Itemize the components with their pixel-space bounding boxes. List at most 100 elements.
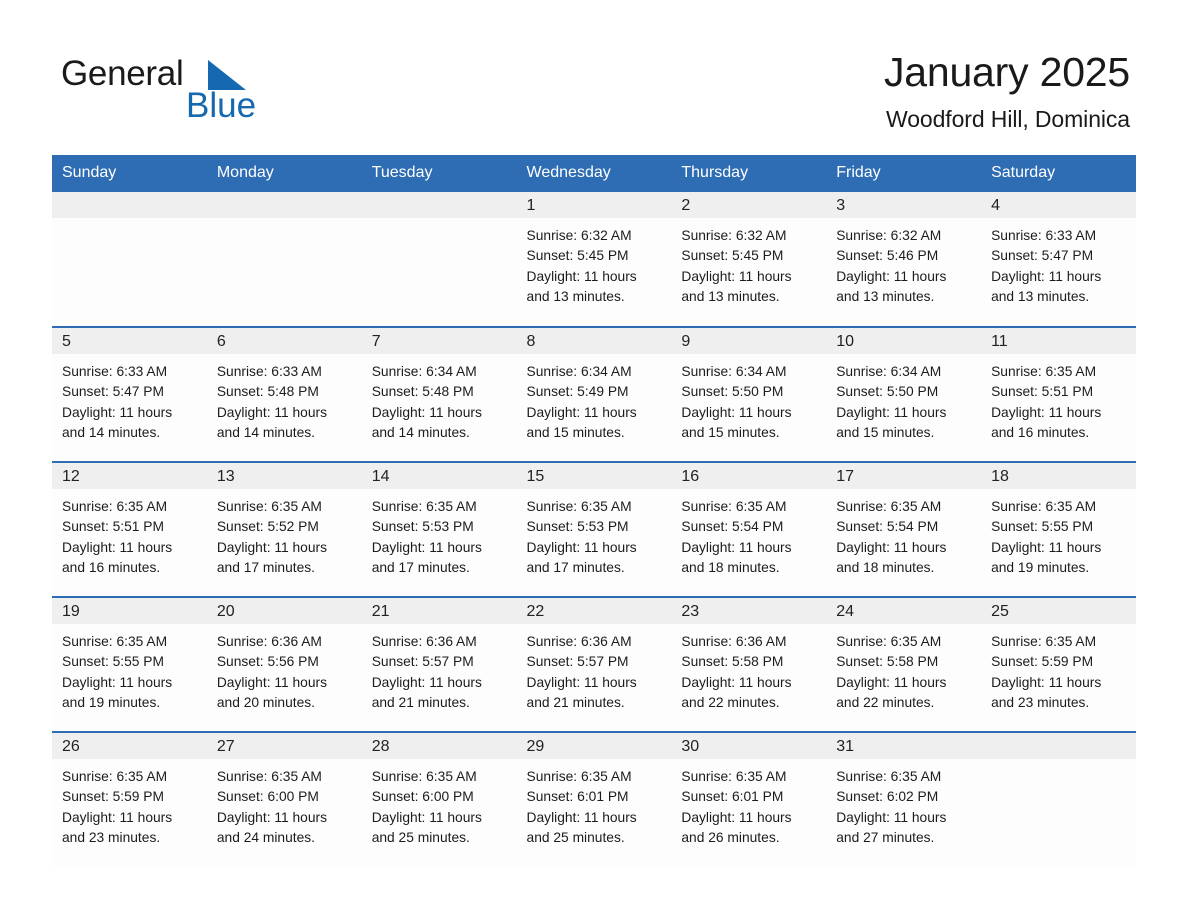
daylight-line2-text: and 23 minutes. (62, 830, 161, 846)
calendar-header-row: Sunday Monday Tuesday Wednesday Thursday… (52, 155, 1136, 192)
calendar-day-cell[interactable]: 13 Sunrise: 6:35 AM Sunset: 5:52 PM Dayligh… (206, 461, 362, 597)
daylight-line2-text: and 23 minutes. (991, 695, 1090, 711)
general-blue-logo[interactable]: General Blue (58, 46, 318, 126)
calendar-day-cell[interactable]: 3 Sunrise: 6:32 AM Sunset: 5:46 PM Daylight… (826, 192, 982, 327)
sunset-text: Sunset: 5:55 PM (991, 519, 1094, 535)
daylight-line1-text: Daylight: 11 hours (371, 809, 482, 825)
daylight-line1-text: Daylight: 11 hours (526, 809, 637, 825)
column-header-tuesday: Tuesday (361, 155, 517, 192)
calendar-day-cell[interactable]: 23 Sunrise: 6:36 AM Sunset: 5:58 PM Dayligh… (671, 596, 827, 732)
calendar-day-cell[interactable]: 8 Sunrise: 6:34 AM Sunset: 5:49 PM Daylight… (516, 326, 672, 462)
calendar-day-cell[interactable]: 24 Sunrise: 6:35 AM Sunset: 5:58 PM Dayligh… (826, 596, 982, 732)
day-details: Sunrise: 6:35 AM Sunset: 5:58 PM Daylight:… (826, 624, 981, 714)
day-details: Sunrise: 6:36 AM Sunset: 5:57 PM Daylight:… (362, 624, 517, 714)
sunrise-text: Sunrise: 6:36 AM (216, 634, 322, 649)
sunset-text: Sunset: 6:00 PM (371, 789, 474, 805)
daylight-line2-text: and 15 minutes. (836, 425, 935, 441)
calendar-day-cell[interactable]: 25 Sunrise: 6:35 AM Sunset: 5:59 PM Dayligh… (981, 596, 1136, 732)
sunset-text: Sunset: 6:01 PM (526, 789, 629, 805)
day-details: Sunrise: 6:35 AM Sunset: 6:02 PM Daylight:… (826, 759, 981, 849)
daylight-line2-text: and 18 minutes. (681, 560, 780, 576)
sunrise-text: Sunrise: 6:36 AM (371, 634, 477, 649)
sunset-text: Sunset: 5:50 PM (681, 384, 784, 400)
calendar-day-cell[interactable]: 22 Sunrise: 6:36 AM Sunset: 5:57 PM Dayligh… (516, 596, 672, 732)
calendar-day-cell[interactable]: 16 Sunrise: 6:35 AM Sunset: 5:54 PM Dayligh… (671, 461, 827, 597)
daylight-line2-text: and 19 minutes. (991, 560, 1090, 576)
day-number: 13 (206, 463, 362, 489)
day-number: 25 (981, 598, 1136, 624)
daylight-line1-text: Daylight: 11 hours (216, 809, 328, 825)
sunrise-text: Sunrise: 6:35 AM (991, 364, 1097, 379)
calendar-day-cell[interactable]: 9 Sunrise: 6:34 AM Sunset: 5:50 PM Daylight… (671, 326, 827, 462)
calendar-day-cell[interactable]: 7 Sunrise: 6:34 AM Sunset: 5:48 PM Daylight… (361, 326, 517, 462)
sunset-text: Sunset: 5:55 PM (62, 654, 165, 670)
day-details: Sunrise: 6:36 AM Sunset: 5:57 PM Daylight:… (517, 624, 672, 714)
sunset-text: Sunset: 5:56 PM (216, 654, 319, 670)
day-details: Sunrise: 6:35 AM Sunset: 5:54 PM Daylight:… (671, 489, 826, 579)
day-number: 27 (206, 733, 362, 759)
calendar-day-cell[interactable]: 27 Sunrise: 6:35 AM Sunset: 6:00 PM Dayligh… (206, 731, 362, 867)
sunrise-text: Sunrise: 6:35 AM (216, 499, 322, 514)
calendar-day-cell[interactable]: 30 Sunrise: 6:35 AM Sunset: 6:01 PM Dayligh… (671, 731, 827, 867)
sunset-text: Sunset: 5:58 PM (681, 654, 784, 670)
daylight-line1-text: Daylight: 11 hours (991, 539, 1102, 555)
day-number: 5 (52, 328, 207, 354)
day-number: 11 (981, 328, 1136, 354)
calendar-day-cell[interactable]: 26 Sunrise: 6:35 AM Sunset: 5:59 PM Dayligh… (52, 731, 207, 867)
daylight-line1-text: Daylight: 11 hours (836, 404, 947, 420)
sunrise-text: Sunrise: 6:35 AM (991, 499, 1097, 514)
calendar-day-cell[interactable]: 10 Sunrise: 6:34 AM Sunset: 5:50 PM Dayligh… (826, 326, 982, 462)
calendar-day-cell[interactable]: 17 Sunrise: 6:35 AM Sunset: 5:54 PM Dayligh… (826, 461, 982, 597)
sunset-text: Sunset: 5:47 PM (62, 384, 165, 400)
calendar-day-cell[interactable]: 12 Sunrise: 6:35 AM Sunset: 5:51 PM Dayligh… (52, 461, 207, 597)
sunset-text: Sunset: 5:57 PM (371, 654, 474, 670)
day-number: 31 (826, 733, 982, 759)
daylight-line1-text: Daylight: 11 hours (371, 674, 482, 690)
calendar-week-row: 1 Sunrise: 6:32 AM Sunset: 5:45 PM Daylight… (52, 192, 1136, 327)
calendar-day-cell[interactable]: 5 Sunrise: 6:33 AM Sunset: 5:47 PM Daylight… (52, 326, 207, 462)
day-details: Sunrise: 6:35 AM Sunset: 5:51 PM Daylight:… (981, 354, 1136, 444)
calendar-day-cell[interactable]: 14 Sunrise: 6:35 AM Sunset: 5:53 PM Dayligh… (361, 461, 517, 597)
daylight-line1-text: Daylight: 11 hours (681, 539, 792, 555)
calendar-day-cell[interactable]: 1 Sunrise: 6:32 AM Sunset: 5:45 PM Daylight… (516, 192, 672, 327)
calendar-day-cell[interactable]: 19 Sunrise: 6:35 AM Sunset: 5:55 PM Dayligh… (52, 596, 207, 732)
logo-text-general: General (61, 54, 184, 93)
day-number: 1 (516, 192, 672, 218)
daylight-line2-text: and 27 minutes. (836, 830, 935, 846)
calendar-body: 1 Sunrise: 6:32 AM Sunset: 5:45 PM Daylight… (52, 192, 1136, 867)
daylight-line2-text: and 25 minutes. (526, 830, 625, 846)
title-block: January 2025 Woodford Hill, Dominica (884, 46, 1130, 133)
day-details: Sunrise: 6:34 AM Sunset: 5:49 PM Daylight:… (517, 354, 672, 444)
daylight-line2-text: and 24 minutes. (216, 830, 316, 846)
calendar-day-cell[interactable]: 20 Sunrise: 6:36 AM Sunset: 5:56 PM Dayligh… (206, 596, 362, 732)
calendar-day-cell[interactable]: 21 Sunrise: 6:36 AM Sunset: 5:57 PM Dayligh… (361, 596, 517, 732)
calendar-day-cell[interactable]: 6 Sunrise: 6:33 AM Sunset: 5:48 PM Daylight… (206, 326, 362, 462)
calendar-week-row: 19 Sunrise: 6:35 AM Sunset: 5:55 PM Dayligh… (52, 596, 1136, 732)
daylight-line2-text: and 17 minutes. (216, 560, 316, 576)
daylight-line1-text: Daylight: 11 hours (216, 404, 328, 420)
day-number: 12 (52, 463, 207, 489)
calendar-day-cell[interactable]: 2 Sunrise: 6:32 AM Sunset: 5:45 PM Daylight… (671, 192, 827, 327)
day-number: 18 (981, 463, 1136, 489)
calendar-week-row: 26 Sunrise: 6:35 AM Sunset: 5:59 PM Dayligh… (52, 731, 1136, 867)
calendar-day-cell[interactable]: 29 Sunrise: 6:35 AM Sunset: 6:01 PM Dayligh… (516, 731, 672, 867)
day-number (206, 192, 362, 218)
day-details: Sunrise: 6:35 AM Sunset: 6:01 PM Daylight:… (517, 759, 672, 849)
day-details: Sunrise: 6:35 AM Sunset: 5:51 PM Daylight:… (52, 489, 207, 579)
calendar-day-cell[interactable]: 28 Sunrise: 6:35 AM Sunset: 6:00 PM Dayligh… (361, 731, 517, 867)
calendar-day-cell[interactable]: 11 Sunrise: 6:35 AM Sunset: 5:51 PM Dayligh… (981, 326, 1136, 462)
column-header-monday: Monday (206, 155, 362, 192)
calendar-day-cell[interactable]: 18 Sunrise: 6:35 AM Sunset: 5:55 PM Dayligh… (981, 461, 1136, 597)
day-number: 17 (826, 463, 982, 489)
day-number (981, 733, 1136, 759)
sunset-text: Sunset: 5:51 PM (62, 519, 165, 535)
calendar-day-cell[interactable]: 4 Sunrise: 6:33 AM Sunset: 5:47 PM Daylight… (981, 192, 1136, 327)
daylight-line2-text: and 14 minutes. (371, 425, 470, 441)
day-number: 15 (516, 463, 672, 489)
calendar-day-cell[interactable]: 31 Sunrise: 6:35 AM Sunset: 6:02 PM Dayligh… (826, 731, 982, 867)
daylight-line1-text: Daylight: 11 hours (216, 539, 328, 555)
logo-text-blue: Blue (186, 86, 257, 125)
sunrise-text: Sunrise: 6:34 AM (371, 364, 477, 379)
calendar-day-cell[interactable]: 15 Sunrise: 6:35 AM Sunset: 5:53 PM Dayligh… (516, 461, 672, 597)
day-details: Sunrise: 6:34 AM Sunset: 5:50 PM Daylight:… (826, 354, 981, 444)
